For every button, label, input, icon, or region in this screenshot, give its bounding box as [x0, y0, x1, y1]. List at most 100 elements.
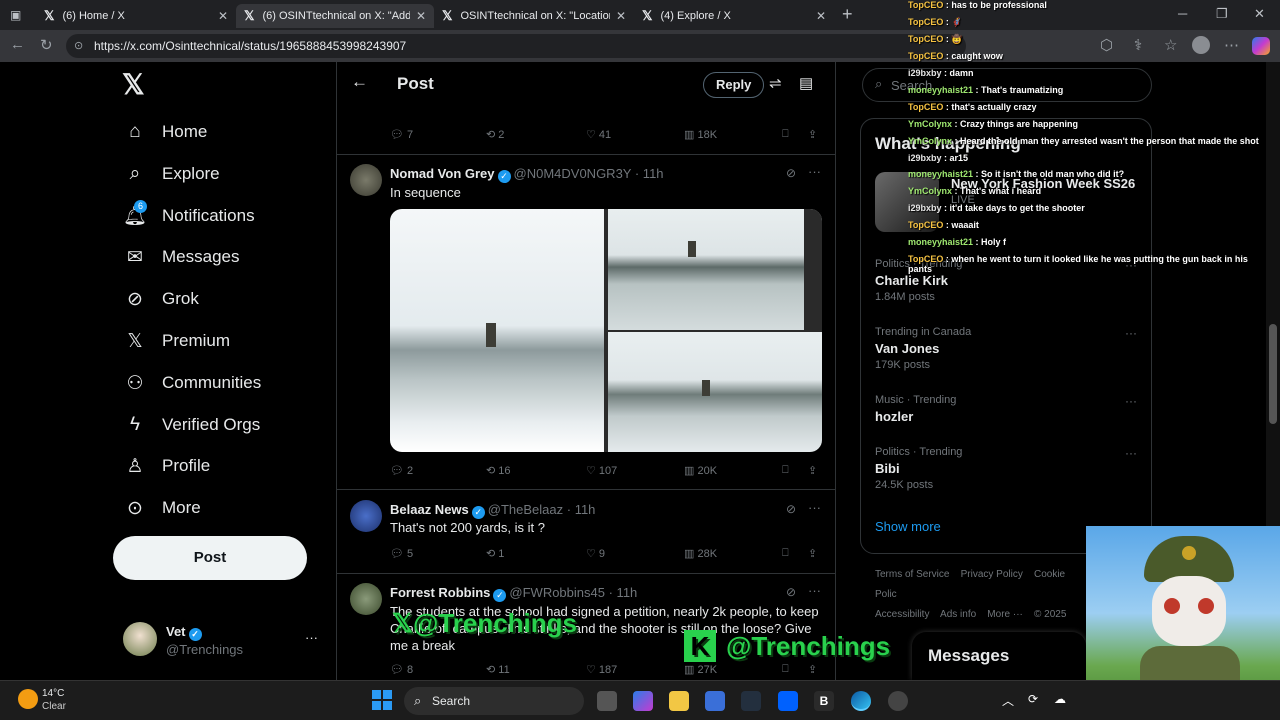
avatar[interactable] [350, 583, 382, 615]
favorites-icon[interactable]: ☆ [1164, 36, 1177, 54]
nav-item-premium[interactable]: 𝕏 Premium [122, 321, 230, 361]
close-icon[interactable]: ✕ [816, 9, 826, 23]
browser-tab[interactable]: 𝕏 (4) Explore / X ✕ [634, 4, 834, 28]
post-button[interactable]: Post [113, 536, 307, 580]
menu-icon[interactable]: ⋯ [1224, 36, 1239, 54]
grok-icon[interactable]: ⊘ [786, 502, 796, 516]
tweet-time[interactable]: · 11h [567, 502, 596, 517]
nav-item-communities[interactable]: ⚇ Communities [122, 363, 261, 403]
author-handle[interactable]: @FWRobbins45 [509, 585, 605, 600]
close-icon[interactable]: ✕ [616, 9, 626, 23]
show-more-link[interactable]: Show more [875, 519, 941, 534]
reply-action[interactable]: 💬︎ 8 [390, 663, 413, 676]
views-stat[interactable]: ▥ 28K [684, 547, 717, 560]
more-options-icon[interactable]: ··· [1125, 446, 1137, 460]
reply-button[interactable]: Reply [703, 72, 765, 98]
close-icon[interactable]: ✕ [416, 9, 426, 23]
extensions-icon[interactable]: ⬡ [1100, 36, 1113, 54]
store-icon[interactable] [705, 691, 725, 711]
browser-tab[interactable]: 𝕏 OSINTtechnical on X: "Location (4 ✕ [434, 4, 634, 28]
views-stat[interactable]: ▥ 20K [684, 464, 717, 477]
back-arrow-icon[interactable]: ← [351, 72, 368, 92]
maximize-icon[interactable]: ❐ [1216, 6, 1228, 22]
x-logo-icon[interactable]: 𝕏 [122, 68, 145, 101]
chevron-up-icon[interactable]: ︿ [1002, 692, 1014, 709]
edge-icon[interactable] [851, 691, 871, 711]
reply-action[interactable]: 💬︎ 5 [390, 547, 413, 560]
avatar[interactable] [1192, 36, 1210, 54]
more-options-icon[interactable]: ··· [808, 583, 821, 598]
filter-icon[interactable]: ⇌ [769, 74, 782, 92]
app-icon[interactable] [888, 691, 908, 711]
bookmark-icon[interactable]: ⎕ [782, 547, 789, 560]
media-image[interactable] [608, 332, 822, 452]
task-view-icon[interactable] [597, 691, 617, 711]
nav-item-more[interactable]: ⊙ More [122, 488, 201, 528]
trend-item[interactable]: Politics · Trending Bibi 24.5K posts ··· [875, 446, 1145, 491]
nav-item-messages[interactable]: ✉ Messages [122, 237, 239, 277]
start-icon[interactable] [372, 690, 392, 710]
copilot-icon[interactable] [633, 691, 653, 711]
sync-icon[interactable]: ⟳ [1028, 692, 1038, 706]
author-name[interactable]: Belaaz News [390, 502, 469, 517]
nav-item-notifications[interactable]: 🔔︎ 6 Notifications [122, 196, 255, 236]
media-image[interactable] [608, 209, 822, 330]
nav-item-explore[interactable]: ⌕ Explore [122, 154, 220, 194]
share-icon[interactable]: ⇪ [808, 128, 817, 141]
author-name[interactable]: Nomad Von Grey [390, 166, 495, 181]
grok-icon[interactable]: ⊘ [786, 585, 796, 599]
share-icon[interactable]: ⇪ [808, 547, 817, 560]
b-app-icon[interactable]: B [814, 691, 834, 711]
onedrive-icon[interactable]: ☁ [1054, 692, 1066, 706]
footer-link[interactable]: Privacy Policy [961, 569, 1023, 580]
amazon-icon[interactable] [741, 691, 761, 711]
reader-view-icon[interactable]: ▤ [799, 74, 813, 92]
like-action[interactable]: ♡ 41 [586, 128, 611, 141]
account-switcher[interactable]: Vet ✓ @Trenchings ··· [113, 618, 323, 662]
tweet-time[interactable]: · 11h [609, 585, 638, 600]
new-tab-icon[interactable]: + [842, 4, 853, 25]
grok-icon[interactable]: ⊘ [786, 166, 796, 180]
reply-action[interactable]: 💬︎ 2 [390, 464, 413, 477]
more-options-icon[interactable]: ··· [1125, 394, 1137, 408]
site-info-icon[interactable]: ⊙ [74, 34, 83, 58]
reload-icon[interactable]: ↻ [40, 36, 53, 54]
tweet-time[interactable]: · 11h [635, 166, 664, 181]
browser-tab-active[interactable]: 𝕏 (6) OSINTtechnical on X: "Additio ✕ [236, 4, 434, 28]
nav-item-profile[interactable]: ♙ Profile [122, 446, 210, 486]
avatar[interactable] [350, 164, 382, 196]
author-handle[interactable]: @N0M4DV0NGR3Y [514, 166, 632, 181]
browser-tab[interactable]: 𝕏 (6) Home / X ✕ [36, 4, 236, 28]
media-image[interactable] [390, 209, 604, 452]
like-action[interactable]: ♡ 9 [586, 547, 605, 560]
repost-action[interactable]: ⟲ 11 [486, 663, 510, 676]
trend-item[interactable]: Trending in Canada Van Jones 179K posts ··… [875, 326, 1145, 371]
share-icon[interactable]: ⇪ [808, 663, 817, 676]
repost-action[interactable]: ⟲ 16 [486, 464, 511, 477]
tweet-media[interactable] [390, 209, 822, 452]
nav-item-grok[interactable]: ⊘ Grok [122, 279, 199, 319]
like-action[interactable]: ♡ 187 [586, 663, 617, 676]
close-icon[interactable]: ✕ [218, 9, 228, 23]
nav-item-home[interactable]: ⌂ Home [122, 112, 207, 152]
bookmark-icon[interactable]: ⎕ [782, 663, 789, 676]
scrollbar-thumb[interactable] [1269, 324, 1277, 424]
share-icon[interactable]: ⇪ [808, 464, 817, 477]
taskbar-search[interactable]: ⌕ Search [404, 687, 584, 715]
messages-drawer[interactable]: Messages [912, 632, 1086, 680]
copilot-icon[interactable] [1252, 37, 1270, 55]
repost-action[interactable]: ⟲ 1 [486, 547, 504, 560]
more-options-icon[interactable]: ··· [305, 630, 318, 645]
footer-link[interactable]: More ··· [987, 609, 1023, 620]
window-close-icon[interactable]: ✕ [1254, 6, 1265, 22]
nav-item-verified-orgs[interactable]: ϟ Verified Orgs [122, 405, 260, 445]
repost-action[interactable]: ⟲ 2 [486, 128, 504, 141]
file-explorer-icon[interactable] [669, 691, 689, 711]
profile-switch-icon[interactable]: ⚕ [1134, 36, 1142, 54]
bookmark-icon[interactable]: ⎕ [782, 128, 789, 141]
minimize-icon[interactable]: ─ [1178, 6, 1187, 21]
back-icon[interactable]: ← [10, 36, 25, 53]
more-options-icon[interactable]: ··· [1125, 326, 1137, 340]
bookmark-icon[interactable]: ⎕ [782, 464, 789, 477]
like-action[interactable]: ♡ 107 [586, 464, 617, 477]
